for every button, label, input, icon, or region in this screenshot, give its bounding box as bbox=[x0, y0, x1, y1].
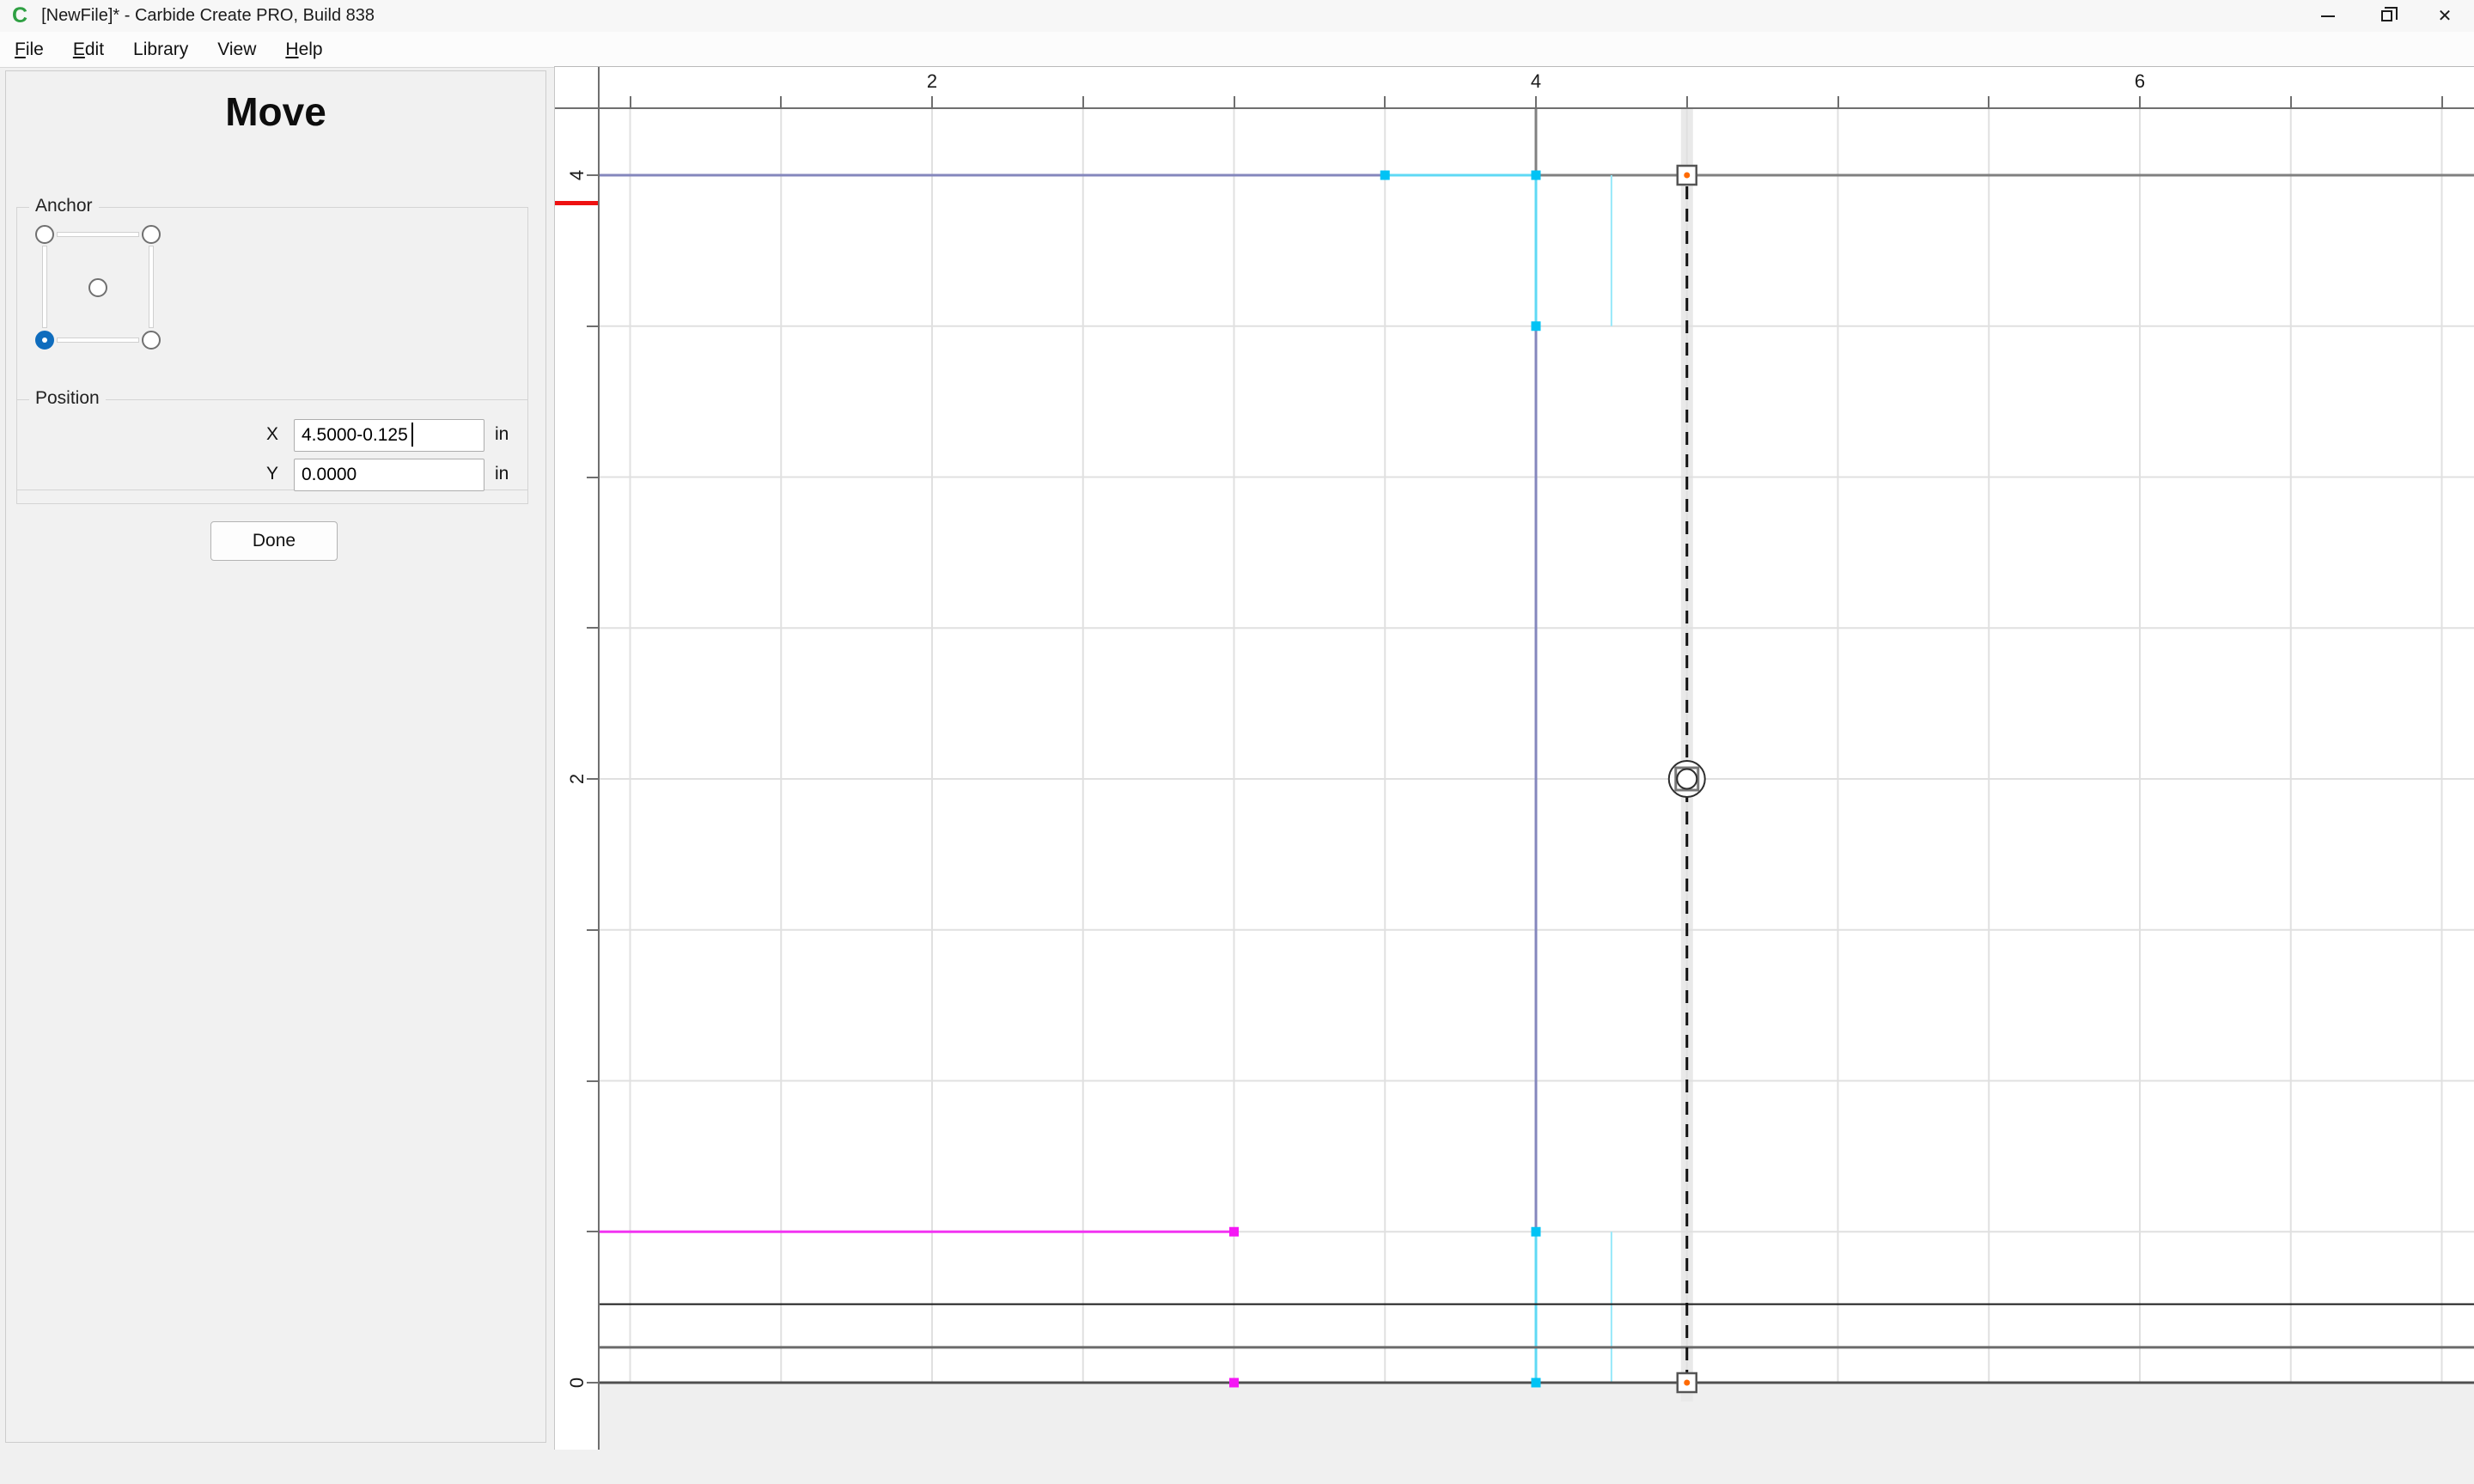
ruler-tick bbox=[587, 325, 599, 327]
window-controls: ✕ bbox=[2299, 0, 2474, 32]
ruler-tick bbox=[587, 778, 599, 780]
menu-item-file[interactable]: File bbox=[0, 34, 58, 65]
vector-node[interactable] bbox=[1531, 1226, 1541, 1237]
ruler-tick bbox=[1535, 96, 1537, 108]
y-position-input[interactable] bbox=[294, 459, 484, 491]
ruler-tick bbox=[2289, 96, 2292, 108]
x-position-input[interactable] bbox=[294, 419, 484, 452]
app-logo-icon: C bbox=[12, 3, 28, 27]
canvas-left-edge bbox=[598, 67, 600, 1450]
ruler-tick bbox=[587, 627, 599, 629]
vector-node[interactable] bbox=[1531, 321, 1541, 331]
ruler-label: 4 bbox=[1530, 70, 1542, 92]
anchor-connector-top bbox=[57, 232, 139, 237]
ruler-label: 2 bbox=[566, 773, 588, 785]
title-bar: C [NewFile]* - Carbide Create PRO, Build… bbox=[0, 0, 2474, 32]
selection-handle-dot bbox=[1684, 172, 1691, 179]
ruler-tick bbox=[1384, 96, 1386, 108]
ruler-tick bbox=[1988, 96, 1990, 108]
anchor-connector-right bbox=[149, 246, 154, 328]
position-group: Position X in Y in bbox=[16, 388, 528, 504]
ruler-tick bbox=[2139, 96, 2141, 108]
ruler-tick bbox=[587, 1080, 599, 1082]
ruler-tick bbox=[2440, 96, 2443, 108]
canvas-drawing[interactable] bbox=[555, 67, 2474, 1450]
y-unit-label: in bbox=[495, 464, 509, 484]
y-label: Y bbox=[265, 464, 278, 484]
anchor-radio-center[interactable] bbox=[88, 278, 107, 297]
canvas-top-edge bbox=[555, 107, 2474, 109]
restore-icon bbox=[2380, 7, 2398, 21]
ruler-tick bbox=[1837, 96, 1839, 108]
outside-stock-area bbox=[555, 1384, 2474, 1450]
ruler-tick bbox=[587, 928, 599, 931]
menu-item-edit[interactable]: Edit bbox=[58, 34, 119, 65]
anchor-connector-left bbox=[42, 246, 47, 328]
ruler-label: 0 bbox=[566, 1377, 588, 1389]
menu-item-library[interactable]: Library bbox=[119, 34, 203, 65]
ruler-tick bbox=[931, 96, 933, 108]
menu-item-view[interactable]: View bbox=[203, 34, 271, 65]
close-button[interactable]: ✕ bbox=[2416, 0, 2474, 32]
restore-button[interactable] bbox=[2357, 0, 2416, 32]
vector-node[interactable] bbox=[1229, 1226, 1239, 1237]
ruler-tick bbox=[1082, 96, 1084, 108]
page-title: Move bbox=[225, 89, 326, 134]
menu-item-help[interactable]: Help bbox=[271, 34, 337, 65]
done-button[interactable]: Done bbox=[210, 521, 338, 561]
vector-node[interactable] bbox=[1531, 170, 1541, 180]
vector-node[interactable] bbox=[1380, 170, 1390, 180]
text-caret bbox=[411, 423, 413, 447]
ruler-top: 2 4 6 bbox=[555, 67, 2474, 108]
ruler-red-marker bbox=[555, 200, 599, 205]
window-title: [NewFile]* - Carbide Create PRO, Build 8… bbox=[41, 6, 375, 25]
ruler-tick bbox=[587, 476, 599, 478]
ruler-tick bbox=[587, 1382, 599, 1384]
anchor-radio-top-right[interactable] bbox=[142, 225, 161, 244]
minimize-button[interactable] bbox=[2299, 0, 2357, 32]
anchor-radio-top-left[interactable] bbox=[35, 225, 54, 244]
ruler-tick bbox=[780, 96, 783, 108]
x-unit-label: in bbox=[495, 424, 509, 444]
design-canvas[interactable]: 2 4 6 4 2 0 bbox=[554, 66, 2474, 1450]
ruler-label: 2 bbox=[926, 70, 938, 92]
vector-node[interactable] bbox=[1531, 1378, 1541, 1388]
anchor-radio-bottom-left[interactable] bbox=[35, 331, 54, 350]
menu-bar: File Edit Library View Help bbox=[0, 32, 2474, 68]
ruler-tick bbox=[1233, 96, 1235, 108]
ruler-tick bbox=[1685, 96, 1688, 108]
position-group-label: Position bbox=[29, 388, 106, 409]
ruler-label: 6 bbox=[2134, 70, 2146, 92]
anchor-connector-bottom bbox=[57, 338, 139, 343]
minimize-icon bbox=[2321, 15, 2335, 17]
rotation-handle-inner[interactable] bbox=[1676, 768, 1698, 790]
selection-handle-dot bbox=[1684, 1379, 1691, 1386]
vector-node[interactable] bbox=[1229, 1378, 1239, 1388]
ruler-tick bbox=[587, 1231, 599, 1233]
x-label: X bbox=[265, 424, 278, 444]
anchor-radio-bottom-right[interactable] bbox=[142, 331, 161, 350]
ruler-label: 4 bbox=[566, 169, 588, 181]
ruler-tick bbox=[629, 96, 631, 108]
close-icon: ✕ bbox=[2437, 6, 2453, 26]
anchor-group-label: Anchor bbox=[29, 196, 99, 216]
ruler-tick bbox=[587, 174, 599, 176]
move-panel: Move Anchor Position X in Y in Done bbox=[5, 70, 546, 1443]
ruler-left: 4 2 0 bbox=[555, 67, 599, 1450]
